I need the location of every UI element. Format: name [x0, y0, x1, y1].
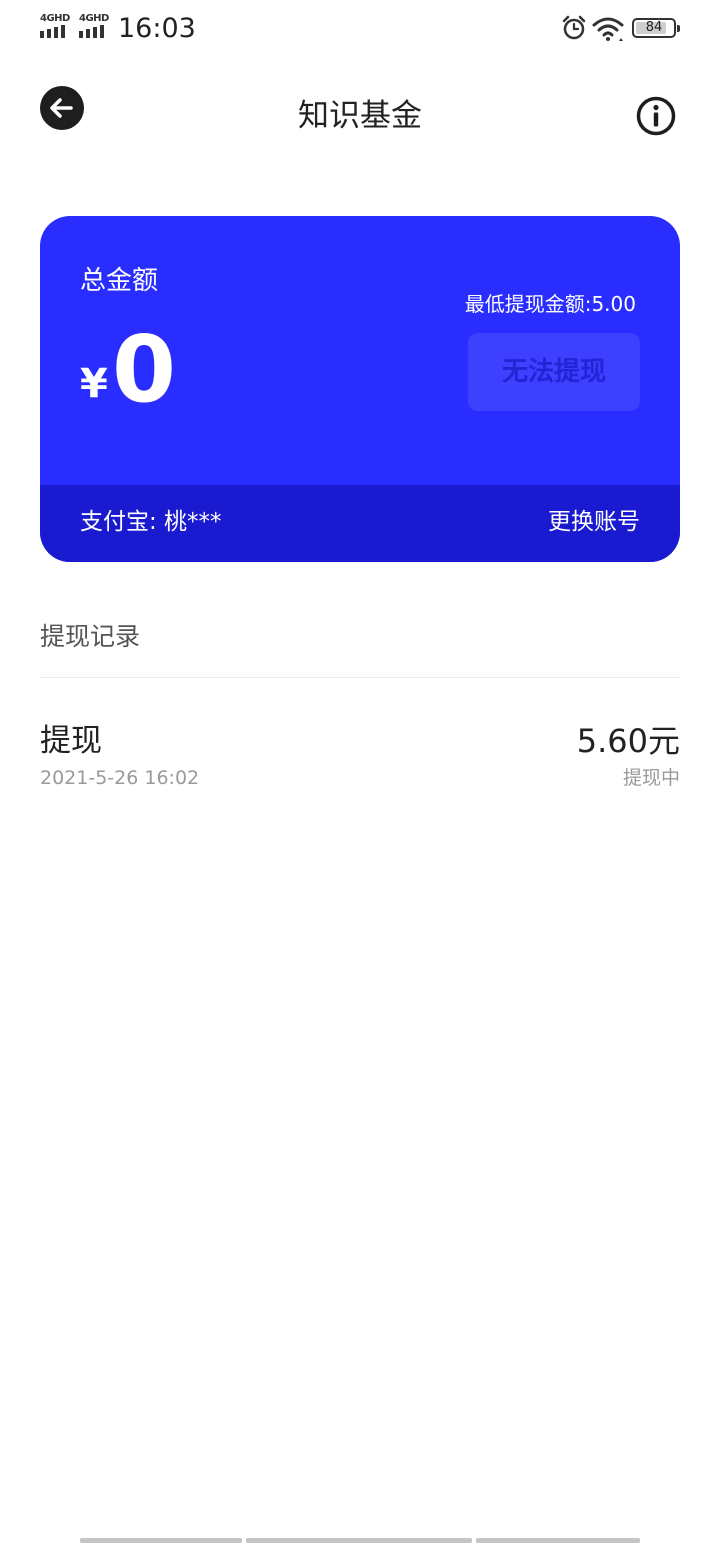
card-footer: 支付宝: 桃*** 更换账号: [40, 485, 680, 562]
records-heading: 提现记录: [40, 622, 141, 651]
list-item[interactable]: 提现 2021-5-26 16:02 5.60元 提现中: [40, 720, 680, 798]
record-title: 提现: [40, 723, 102, 759]
info-icon[interactable]: [636, 96, 676, 136]
min-withdraw-text: 最低提现金额:5.00: [464, 292, 636, 316]
signal-icon: 4GHD: [40, 14, 72, 40]
alipay-account: 支付宝: 桃***: [80, 509, 222, 535]
record-date: 2021-5-26 16:02: [40, 767, 200, 789]
balance-card: 总金额 ¥ 0 最低提现金额:5.00 无法提现 支付宝: 桃*** 更换账号: [40, 216, 680, 562]
status-bar: 4GHD 4GHD 16:03 84: [0, 0, 720, 58]
record-status: 提现中: [622, 767, 680, 789]
page-title: 知识基金: [298, 98, 422, 134]
nav-indicator-segment: [80, 1538, 242, 1543]
currency-symbol: ¥: [80, 361, 108, 407]
alarm-icon: [562, 15, 586, 40]
divider: [40, 677, 680, 678]
total-amount-label: 总金额: [80, 266, 159, 296]
status-time: 16:03: [118, 13, 196, 44]
nav-indicator-segment: [246, 1538, 472, 1543]
total-amount-value: 0: [112, 316, 177, 423]
signal-icon: 4GHD: [79, 14, 111, 40]
nav-indicator-segment: [476, 1538, 640, 1543]
sim2-network-label: 4GHD: [79, 13, 109, 24]
record-amount: 5.60元: [576, 722, 680, 760]
battery-level: 84: [645, 20, 663, 35]
sim1-network-label: 4GHD: [40, 13, 70, 24]
wifi-icon: [592, 17, 624, 41]
navigation-indicator: [80, 1538, 640, 1543]
withdraw-button[interactable]: 无法提现: [468, 333, 640, 411]
battery-icon: 84: [632, 18, 680, 38]
change-account-button[interactable]: 更换账号: [548, 505, 640, 539]
